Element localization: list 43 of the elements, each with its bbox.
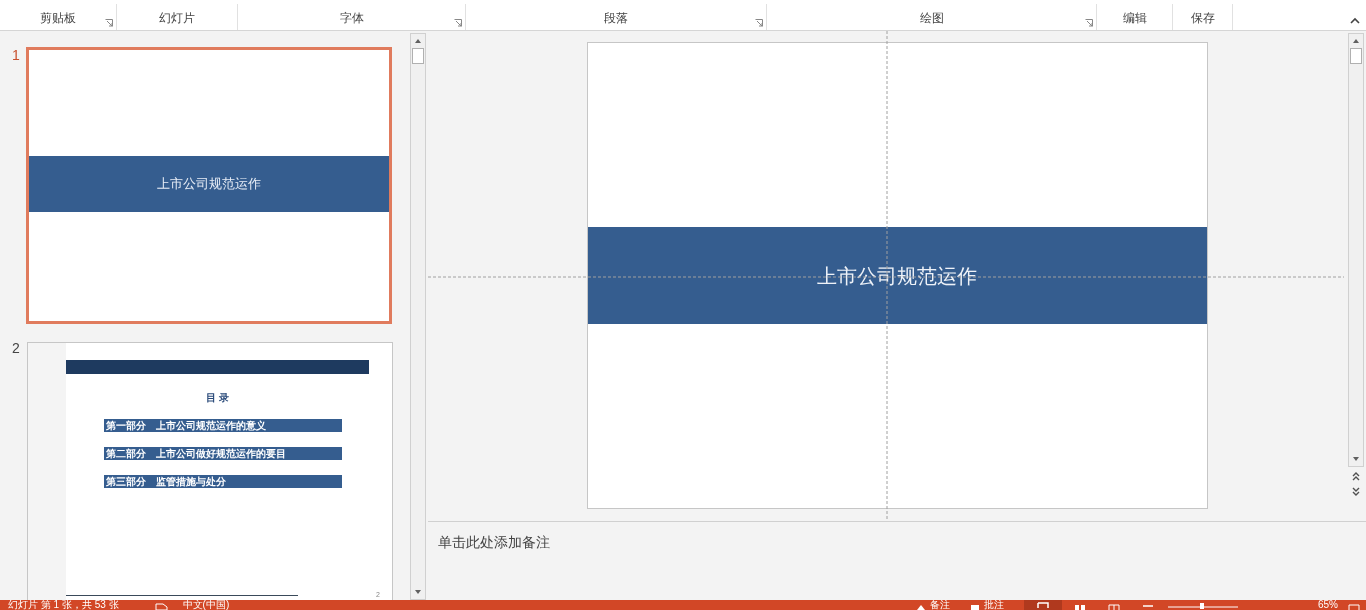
slide-title[interactable]: 上市公司规范运作	[817, 260, 977, 291]
contents-heading: 目 录	[205, 391, 230, 405]
vertical-guide[interactable]	[886, 31, 888, 519]
fit-slide-icon[interactable]	[1348, 602, 1360, 610]
contents-item: 第三部分 监管措施与处分	[104, 475, 342, 488]
scroll-thumb[interactable]	[412, 48, 424, 64]
slide-canvas[interactable]: 上市公司规范运作	[586, 42, 1208, 509]
normal-view-button[interactable]	[1024, 600, 1062, 610]
horizontal-guide[interactable]	[428, 276, 1344, 278]
slide-count: 幻灯片 第 1 张，共 53 张	[8, 600, 119, 610]
ribbon-group-label: 保存	[1190, 10, 1215, 27]
notes-button[interactable]: 备注	[930, 600, 950, 610]
contents-item: 第一部分 上市公司规范运作的意义	[104, 419, 342, 432]
ribbon-group-label: 剪贴板	[40, 10, 76, 27]
dialog-launcher-icon[interactable]	[454, 19, 462, 27]
slide-title: 上市公司规范运作	[157, 175, 261, 194]
slide-number: 2	[11, 340, 21, 356]
slide-thumbnail[interactable]: 上市公司规范运作	[26, 47, 392, 324]
scroll-thumb[interactable]	[1350, 48, 1362, 64]
ribbon-group-label: 编辑	[1122, 10, 1147, 27]
proofing-icon[interactable]	[154, 602, 169, 610]
dialog-launcher-icon[interactable]	[1085, 19, 1093, 27]
zoom-level[interactable]: 65%	[1318, 600, 1338, 610]
ribbon-group-label: 绘图	[919, 10, 944, 27]
language-indicator[interactable]: 中文(中国)	[182, 600, 230, 610]
zoom-slider-icon[interactable]	[1168, 601, 1238, 609]
comments-button[interactable]: 批注	[984, 600, 1004, 610]
slide-show-icon[interactable]	[1142, 602, 1154, 610]
dialog-launcher-icon[interactable]	[755, 19, 763, 27]
collapse-ribbon-icon[interactable]	[1350, 17, 1360, 24]
notes-placeholder[interactable]: 单击此处添加备注	[438, 534, 550, 550]
comments-icon[interactable]	[970, 602, 980, 610]
reading-view-icon[interactable]	[1108, 602, 1120, 610]
ribbon-group-label: 段落	[604, 10, 628, 27]
contents-item: 第二部分 上市公司做好规范运作的要目	[104, 447, 342, 460]
ribbon-group-label: 幻灯片	[159, 10, 195, 27]
previous-slide-icon[interactable]	[1351, 471, 1361, 481]
next-slide-icon[interactable]	[1351, 487, 1361, 497]
normal-view-icon	[1037, 600, 1049, 608]
slide-number: 1	[11, 47, 21, 63]
dialog-launcher-icon[interactable]	[105, 19, 113, 27]
slide-sorter-icon[interactable]	[1074, 602, 1086, 610]
ribbon-group-label: 字体	[339, 10, 364, 27]
